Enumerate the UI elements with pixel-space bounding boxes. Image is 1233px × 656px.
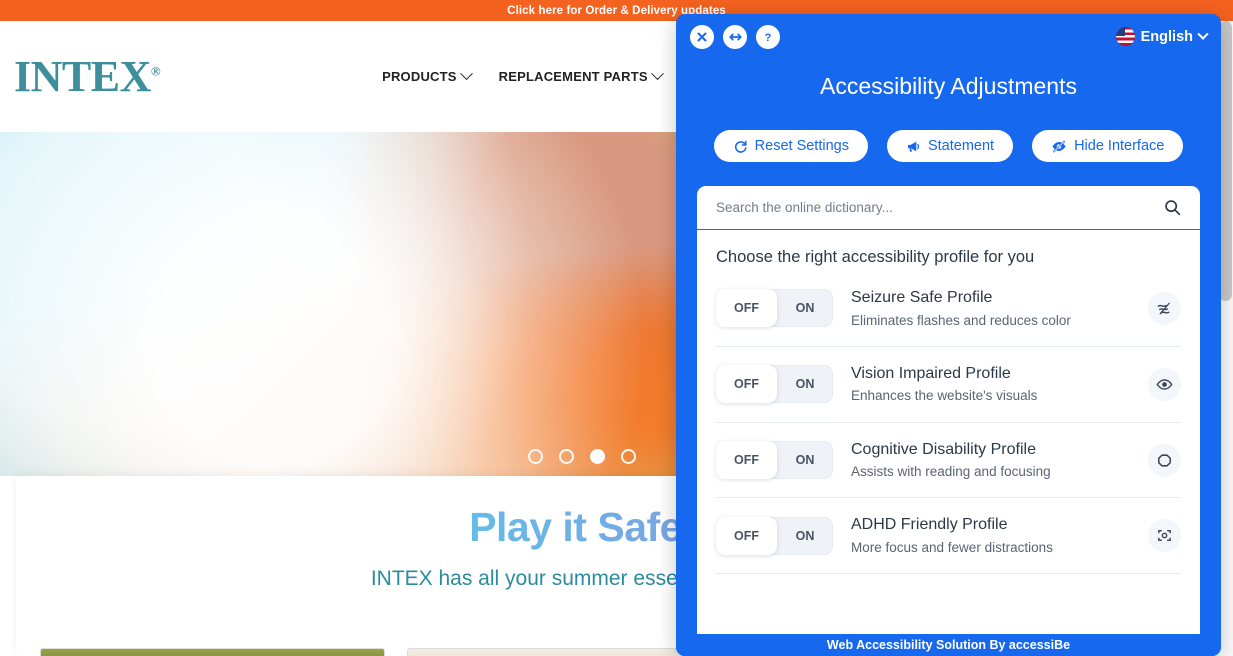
toggle-seizure-safe[interactable]: OFF ON [716,289,833,328]
profile-row-cognitive-disability: OFF ON Cognitive Disability Profile Assi… [716,423,1181,499]
language-selector[interactable]: English [1115,27,1209,46]
profile-description: More focus and fewer distractions [851,540,1053,556]
language-label: English [1140,28,1193,45]
profile-name: Vision Impaired Profile [851,364,1011,382]
statement-button[interactable]: Statement [886,130,1014,162]
profile-row-vision-impaired: OFF ON Vision Impaired Profile Enhances … [716,347,1181,423]
toggle-on-label: ON [795,528,815,543]
section-heading: Choose the right accessibility profile f… [716,248,1035,266]
hide-interface-button[interactable]: Hide Interface [1032,130,1184,162]
carousel-dot[interactable] [621,449,636,464]
toggle-off-label: OFF [716,289,777,328]
toggle-vision-impaired[interactable]: OFF ON [716,365,833,404]
toggle-off-label: OFF [716,516,777,555]
toggle-on-label: ON [795,377,815,392]
product-thumbnail[interactable] [40,648,385,656]
move-horizontal-icon[interactable] [723,24,747,49]
eye-icon [1148,367,1181,401]
svg-text:?: ? [765,31,772,43]
toggle-cognitive-disability[interactable]: OFF ON [716,441,833,480]
widget-content-card: Choose the right accessibility profile f… [697,186,1200,656]
focus-target-icon [1148,519,1181,553]
toggle-off-label: OFF [716,441,777,480]
toggle-on-label: ON [795,301,815,316]
chevron-down-icon [650,67,664,81]
profile-row-seizure-safe: OFF ON Seizure Safe Profile Eliminates f… [716,271,1181,347]
profile-name: ADHD Friendly Profile [851,516,1008,534]
toggle-on-label: ON [795,453,815,468]
logo-trademark: ® [150,63,161,79]
carousel-dot-active[interactable] [590,449,605,464]
profile-description: Eliminates flashes and reduces color [851,312,1071,328]
octagon-icon [1148,443,1181,477]
nav-item-replacement-parts[interactable]: REPLACEMENT PARTS [498,67,664,84]
toggle-adhd-friendly[interactable]: OFF ON [716,516,833,555]
eye-slash-icon [1052,140,1066,152]
profile-name: Cognitive Disability Profile [851,440,1036,458]
question-mark-icon[interactable]: ? [756,24,780,49]
profile-text: Vision Impaired Profile Enhances the web… [851,363,1130,406]
logo-text: INTEX [14,52,151,101]
main-nav: PRODUCTS REPLACEMENT PARTS [382,67,664,84]
widget-topbar: ? English [676,14,1221,59]
megaphone-icon [908,141,920,152]
nav-item-replacement-parts-label: REPLACEMENT PARTS [498,69,648,84]
toggle-off-label: OFF [716,365,777,404]
us-flag-icon [1115,27,1135,46]
profile-description: Assists with reading and focusing [851,464,1051,480]
profile-name: Seizure Safe Profile [851,289,993,306]
reset-settings-button[interactable]: Reset Settings [713,130,868,162]
search-row [697,186,1200,230]
chevron-down-icon [459,67,473,81]
profile-text: Cognitive Disability Profile Assists wit… [851,439,1130,482]
widget-action-buttons: Reset Settings Statement Hide Interface [676,130,1221,162]
chevron-down-icon [1197,28,1209,40]
carousel-dots [528,449,636,464]
profiles-list: OFF ON Seizure Safe Profile Eliminates f… [697,271,1200,656]
widget-footer-text: Web Accessibility Solution By accessiBe [826,638,1071,652]
accessibility-widget: ? English Accessibility Adjustments Rese… [676,14,1221,656]
carousel-dot[interactable] [528,449,543,464]
close-icon[interactable] [690,24,714,49]
intex-logo[interactable]: INTEX® [14,51,161,102]
profile-text: ADHD Friendly Profile More focus and few… [851,514,1130,557]
reset-settings-label: Reset Settings [754,138,849,154]
widget-footer[interactable]: Web Accessibility Solution By accessiBe [676,634,1221,656]
nav-item-products[interactable]: PRODUCTS [382,67,473,84]
screen: Click here for Order & Delivery updates … [0,0,1233,656]
search-icon[interactable] [1164,199,1181,216]
widget-title: Accessibility Adjustments [820,73,1077,99]
profile-description: Enhances the website's visuals [851,388,1038,404]
waves-icon [1148,291,1181,325]
statement-label: Statement [927,138,995,154]
hide-interface-label: Hide Interface [1074,138,1165,154]
carousel-dot[interactable] [559,449,574,464]
search-input[interactable] [716,200,1164,215]
nav-item-products-label: PRODUCTS [382,69,457,84]
profile-row-adhd-friendly: OFF ON ADHD Friendly Profile More focus … [716,498,1181,575]
profile-text: Seizure Safe Profile Eliminates flashes … [851,287,1130,330]
refresh-icon [734,140,747,153]
